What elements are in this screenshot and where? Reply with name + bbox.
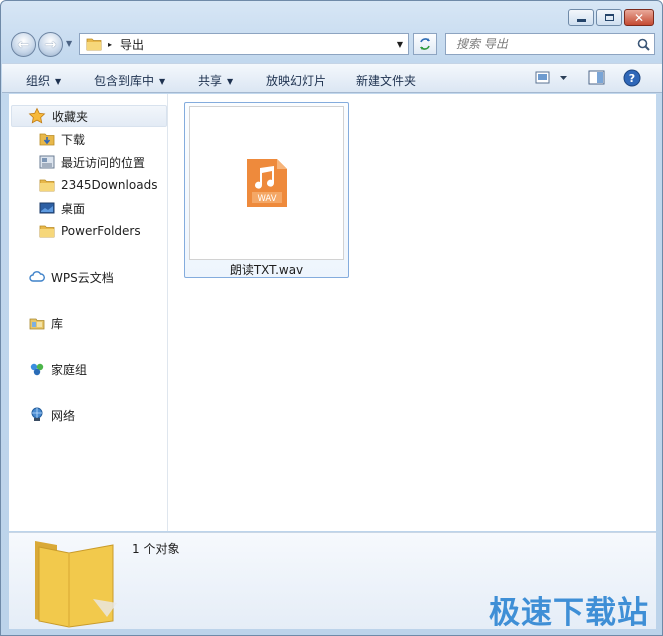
close-icon: ✕ (633, 10, 645, 25)
minimize-icon (576, 18, 586, 22)
wav-label: WAV (257, 194, 276, 204)
back-button[interactable]: ← (11, 32, 36, 57)
search-box[interactable] (445, 33, 655, 55)
nav-item-network[interactable]: 网络 (29, 404, 75, 426)
arrow-right-icon: → (44, 36, 57, 53)
details-pane: 1 个对象 极速下载站 (9, 532, 656, 631)
nav-item-label: 库 (51, 316, 64, 331)
include-in-library-menu[interactable]: 包含到库中 ▼ (94, 72, 165, 89)
refresh-button[interactable] (413, 33, 437, 55)
nav-item-label: 下载 (61, 132, 86, 147)
library-icon (29, 318, 45, 330)
view-icon (535, 71, 567, 84)
folder-icon (86, 38, 102, 51)
explorer-window: ✕ ← → ▼ ▸ 导出 ▼ 组织 ▼ 包含到库中 ▼ 共享 ▼ 放映幻灯片 新建文件… (0, 0, 663, 636)
cloud-icon (29, 271, 45, 282)
nav-item-library[interactable]: 库 (29, 312, 63, 334)
nav-item-downloads[interactable]: 下载 (39, 128, 85, 150)
search-icon[interactable] (637, 38, 650, 51)
nav-item-2345downloads[interactable]: 2345Downloads (39, 174, 157, 196)
nav-favorites-label: 收藏夹 (52, 109, 89, 124)
caption-buttons: ✕ (568, 9, 654, 26)
address-dropdown-icon[interactable]: ▼ (397, 40, 403, 49)
file-name[interactable]: 朗读TXT.wav (185, 261, 348, 278)
new-folder-button[interactable]: 新建文件夹 (356, 72, 416, 89)
watermark-text: 极速下载站 (489, 595, 649, 631)
minimize-button[interactable] (568, 9, 594, 26)
help-button[interactable]: ? (623, 69, 641, 90)
help-icon: ? (623, 69, 641, 87)
homegroup-icon (30, 363, 44, 376)
nav-item-label: 桌面 (61, 201, 86, 216)
nav-item-powerfolders[interactable]: PowerFolders (39, 220, 141, 242)
nav-item-label: 家庭组 (51, 362, 88, 377)
folder-icon (39, 179, 55, 192)
refresh-icon (420, 38, 430, 50)
chevron-down-icon: ▼ (55, 77, 62, 86)
breadcrumb-separator[interactable]: ▸ (108, 40, 112, 49)
nav-favorites[interactable]: 收藏夹 (11, 105, 167, 127)
nav-item-label: PowerFolders (61, 224, 141, 238)
maximize-button[interactable] (596, 9, 622, 26)
network-icon (31, 407, 43, 421)
organize-label: 组织 (26, 74, 51, 88)
star-icon (28, 107, 46, 124)
recent-pages-dropdown[interactable]: ▼ (66, 39, 72, 48)
maximize-icon (604, 14, 614, 21)
address-bar[interactable]: ▸ 导出 ▼ (79, 33, 409, 55)
folder-large-icon (35, 541, 117, 628)
slideshow-button[interactable]: 放映幻灯片 (266, 72, 326, 89)
preview-pane-button[interactable] (588, 70, 605, 89)
nav-item-homegroup[interactable]: 家庭组 (29, 358, 87, 380)
nav-item-recent-places[interactable]: 最近访问的位置 (39, 151, 145, 173)
file-thumbnail: WAV (189, 106, 344, 260)
command-bar: 组织 ▼ 包含到库中 ▼ 共享 ▼ 放映幻灯片 新建文件夹 ? (2, 63, 662, 93)
breadcrumb-current[interactable]: 导出 (120, 36, 144, 53)
close-button[interactable]: ✕ (624, 9, 654, 26)
nav-item-label: 2345Downloads (61, 178, 158, 192)
chevron-down-icon: ▼ (227, 77, 234, 86)
file-item[interactable]: WAV 朗读TXT.wav (184, 102, 349, 278)
download-folder-icon (39, 133, 55, 146)
organize-menu[interactable]: 组织 ▼ (26, 72, 61, 89)
view-options-button[interactable] (535, 70, 569, 89)
recent-places-icon (39, 155, 55, 169)
preview-pane-icon (588, 70, 605, 85)
desktop-icon (39, 202, 55, 214)
share-menu[interactable]: 共享 ▼ (198, 72, 233, 89)
share-label: 共享 (198, 74, 223, 88)
nav-item-label: 最近访问的位置 (61, 155, 146, 170)
folder-icon (39, 225, 55, 238)
file-view: WAV 朗读TXT.wav (168, 94, 656, 531)
wav-file-icon: WAV (247, 159, 287, 207)
include-in-library-label: 包含到库中 (94, 74, 155, 88)
nav-item-label: 网络 (51, 408, 76, 423)
nav-item-desktop[interactable]: 桌面 (39, 197, 85, 219)
search-input[interactable] (454, 36, 628, 52)
item-count: 1 个对象 (132, 542, 180, 556)
chevron-down-icon: ▼ (159, 77, 166, 86)
svg-text:?: ? (629, 72, 635, 85)
forward-button[interactable]: → (38, 32, 63, 57)
navigation-pane: 收藏夹 下载 最近访问的位置 2345Downloads 桌面 PowerFol… (9, 94, 168, 531)
nav-item-label: WPS云文档 (51, 270, 114, 285)
arrow-left-icon: ← (17, 36, 30, 53)
nav-item-wps-cloud[interactable]: WPS云文档 (29, 266, 114, 288)
